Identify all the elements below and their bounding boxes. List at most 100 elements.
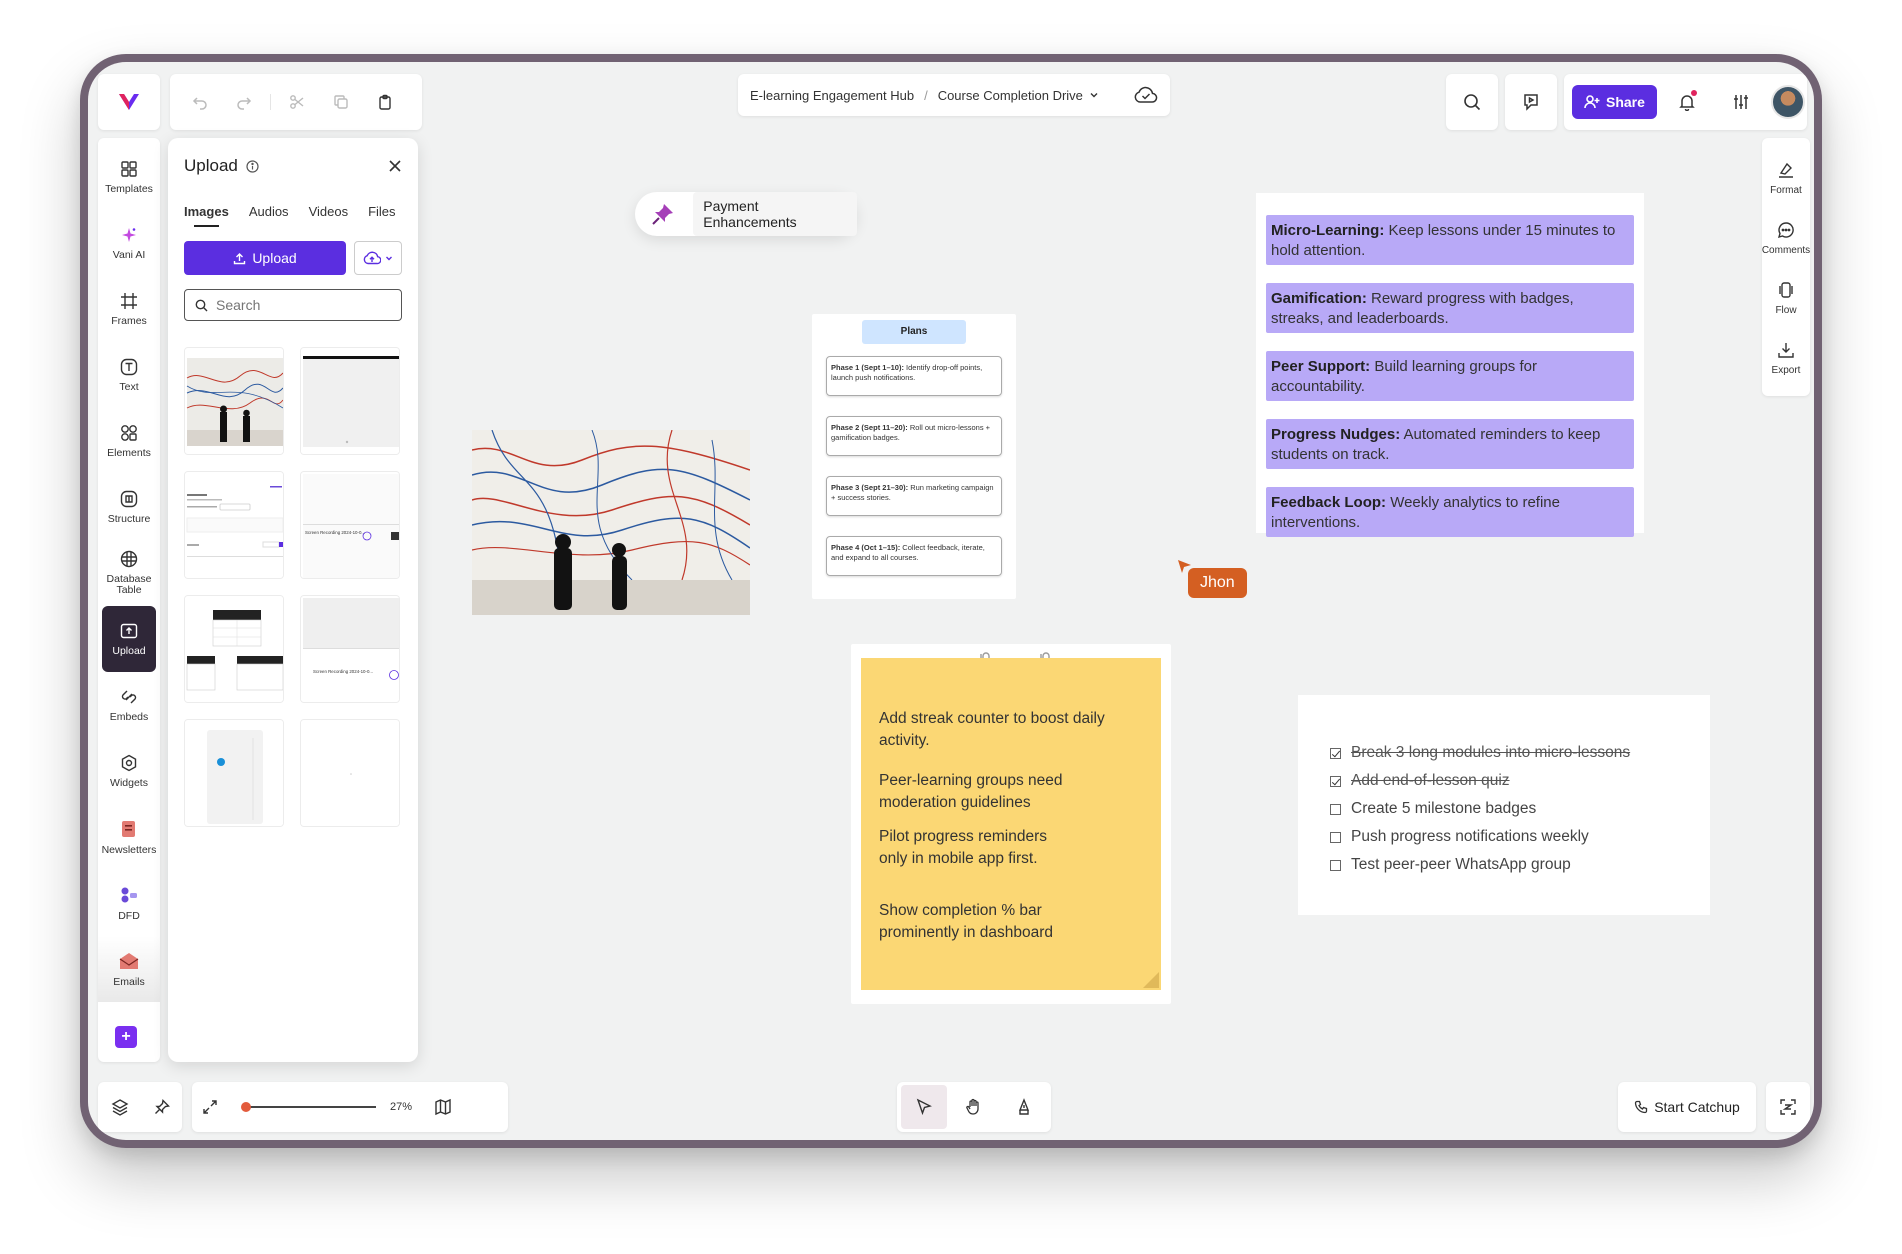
zoom-slider[interactable] (241, 1101, 376, 1113)
board-selector[interactable]: Course Completion Drive (938, 88, 1099, 103)
rail-item-emails[interactable]: Emails (98, 936, 160, 1002)
add-tool-button[interactable]: + (115, 1026, 137, 1048)
rail-item-widgets[interactable]: Widgets (98, 738, 160, 804)
paste-icon[interactable] (363, 74, 407, 130)
checklist-item[interactable]: Add end-of-lesson quiz (1330, 767, 1678, 795)
media-thumb[interactable] (184, 595, 284, 703)
start-catchup-button[interactable]: Start Catchup (1618, 1082, 1756, 1132)
checklist-item[interactable]: Break 3 long modules into micro-lessons (1330, 739, 1678, 767)
present-button[interactable] (1505, 74, 1557, 130)
select-tool[interactable] (901, 1085, 947, 1129)
tip-item[interactable]: Feedback Loop: Weekly analytics to refin… (1266, 487, 1634, 537)
rail-item-vani-ai[interactable]: Vani AI (98, 210, 160, 276)
media-thumb[interactable] (184, 347, 284, 455)
search-button[interactable] (1446, 74, 1498, 130)
notifications-button[interactable] (1663, 78, 1711, 126)
upload-button[interactable]: Upload (184, 241, 346, 275)
media-thumb[interactable] (184, 719, 284, 827)
rail-item-database-table[interactable]: Database Table (98, 540, 160, 606)
tip-item[interactable]: Peer Support: Build learning groups for … (1266, 351, 1634, 401)
checkbox[interactable] (1330, 859, 1341, 871)
sticky-line: Peer-learning groups need moderation gui… (879, 772, 1063, 811)
tab-images[interactable]: Images (184, 204, 229, 227)
rail-item-frames[interactable]: Frames (98, 276, 160, 342)
checklist-item[interactable]: Push progress notifications weekly (1330, 823, 1678, 851)
app-logo[interactable] (98, 74, 160, 130)
plans-card[interactable]: Plans Phase 1 (Sept 1–10): Identify drop… (812, 314, 1016, 599)
tab-audios[interactable]: Audios (249, 204, 289, 219)
pinned-note-label: Payment Enhancements (693, 192, 857, 236)
rail-item-format[interactable]: Format (1762, 148, 1810, 208)
plan-phase[interactable]: Phase 2 (Sept 11–20): Roll out micro-les… (826, 416, 1002, 456)
share-button[interactable]: Share (1572, 85, 1657, 119)
cloud-source-dropdown[interactable] (354, 241, 402, 275)
plan-phase[interactable]: Phase 3 (Sept 21–30): Run marketing camp… (826, 476, 1002, 516)
tips-card[interactable]: Micro-Learning: Keep lessons under 15 mi… (1256, 193, 1644, 537)
upload-arrow-icon (234, 252, 246, 264)
rail-item-templates[interactable]: Templates (98, 144, 160, 210)
checkbox[interactable] (1330, 803, 1341, 815)
cut-icon[interactable] (275, 74, 319, 130)
copy-icon[interactable] (319, 74, 363, 130)
rail-item-flow[interactable]: Flow (1762, 268, 1810, 328)
pin-icon[interactable] (154, 1099, 170, 1115)
sticky-note[interactable]: Add streak counter to boost daily activi… (861, 658, 1161, 990)
info-icon[interactable] (246, 159, 259, 173)
media-thumb[interactable]: Screen Recording 2024-10-0... (300, 471, 400, 579)
rail-label: Text (119, 380, 139, 393)
plan-phase[interactable]: Phase 1 (Sept 1–10): Identify drop-off p… (826, 356, 1002, 396)
rail-item-elements[interactable]: Elements (98, 408, 160, 474)
rail-item-newsletters[interactable]: Newsletters (98, 804, 160, 870)
settings-button[interactable] (1717, 78, 1765, 126)
rail-item-export[interactable]: Export (1762, 328, 1810, 388)
tip-item[interactable]: Gamification: Reward progress with badge… (1266, 283, 1634, 333)
focus-button[interactable] (1766, 1082, 1810, 1132)
rail-label: Elements (107, 446, 151, 459)
media-thumb[interactable] (184, 471, 284, 579)
media-search-input[interactable] (216, 297, 356, 313)
checklist-text: Test peer-peer WhatsApp group (1351, 856, 1571, 873)
rail-label: Templates (105, 182, 153, 195)
pen-tool[interactable] (1001, 1085, 1047, 1129)
thumb-recording-text: Screen Recording 2024-10-0... (305, 530, 365, 535)
close-icon[interactable] (388, 159, 402, 173)
map-icon[interactable] (434, 1098, 452, 1116)
checklist-item[interactable]: Test peer-peer WhatsApp group (1330, 851, 1678, 879)
canvas-image[interactable] (472, 430, 750, 615)
rail-item-upload[interactable]: Upload (102, 606, 156, 672)
cloud-upload-icon (363, 251, 381, 265)
redo-icon[interactable] (222, 74, 266, 130)
undo-icon[interactable] (178, 74, 222, 130)
layers-icon[interactable] (111, 1098, 129, 1116)
rail-item-embeds[interactable]: Embeds (98, 672, 160, 738)
media-thumb[interactable]: Screen Recording 2024-10-0... (300, 595, 400, 703)
breadcrumb-workspace[interactable]: E-learning Engagement Hub (750, 88, 914, 103)
rail-item-structure[interactable]: Structure (98, 474, 160, 540)
media-thumb[interactable] (300, 719, 400, 827)
pinned-note[interactable]: Payment Enhancements (635, 192, 857, 236)
rail-item-dfd[interactable]: DFD (98, 870, 160, 936)
plan-phase[interactable]: Phase 4 (Oct 1–15): Collect feedback, it… (826, 536, 1002, 576)
sliders-icon (1733, 95, 1748, 109)
checklist-item[interactable]: Create 5 milestone badges (1330, 795, 1678, 823)
rail-item-text[interactable]: Text (98, 342, 160, 408)
tip-item[interactable]: Progress Nudges: Automated reminders to … (1266, 419, 1634, 469)
checklist-card[interactable]: Break 3 long modules into micro-lessons … (1298, 695, 1710, 915)
rail-item-comments[interactable]: Comments (1762, 208, 1810, 268)
tip-title: Progress Nudges: (1271, 426, 1401, 443)
media-search-field[interactable] (184, 289, 402, 321)
tip-item[interactable]: Micro-Learning: Keep lessons under 15 mi… (1266, 215, 1634, 265)
hand-tool[interactable] (951, 1085, 997, 1129)
fullscreen-icon[interactable] (202, 1099, 218, 1115)
rail-label: Embeds (109, 710, 149, 723)
checkbox[interactable] (1330, 775, 1341, 787)
avatar[interactable] (1770, 85, 1805, 119)
tab-videos[interactable]: Videos (309, 204, 349, 219)
sticky-note-frame[interactable]: Add streak counter to boost daily activi… (851, 644, 1171, 1004)
cloud-sync-icon[interactable] (1134, 86, 1158, 104)
checkbox[interactable] (1330, 747, 1341, 759)
checkbox[interactable] (1330, 831, 1341, 843)
tab-files[interactable]: Files (368, 204, 395, 219)
media-thumb[interactable] (300, 347, 400, 455)
zoom-knob[interactable] (241, 1102, 251, 1112)
